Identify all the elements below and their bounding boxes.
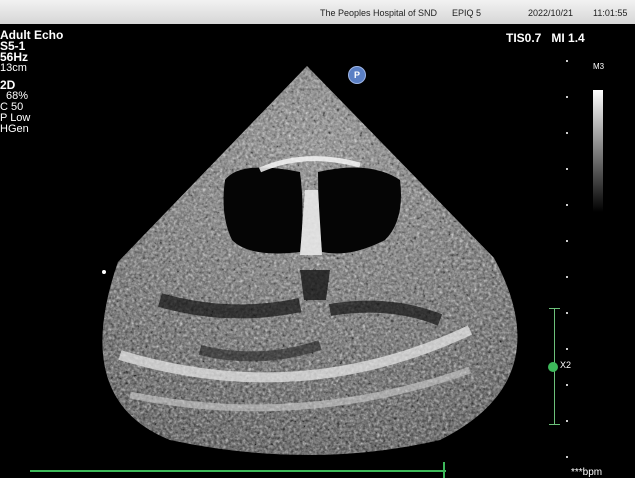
ecg-trace [30,470,446,472]
heart-rate-readout: ***bpm [571,467,603,478]
sector-field [102,66,518,455]
probe-orientation-marker: P [348,66,366,84]
caliper-label: X2 [560,360,572,370]
caliper-handle[interactable] [548,362,558,372]
caliper-bottom-cap [549,424,560,425]
ultrasound-image [102,66,518,455]
caliper-top-cap [549,308,560,309]
left-chamber [223,167,303,254]
ecg-marker[interactable] [443,462,445,478]
